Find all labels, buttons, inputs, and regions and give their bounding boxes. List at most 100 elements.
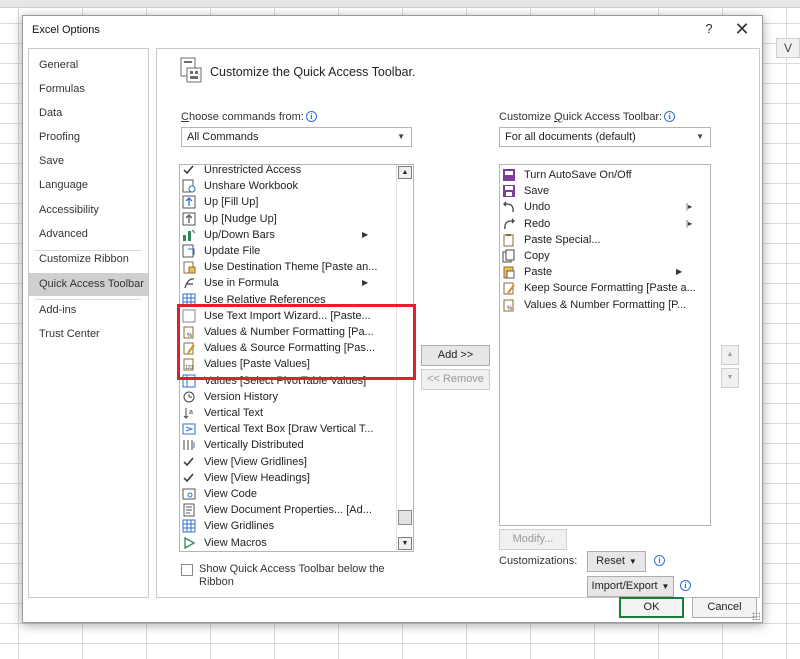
- move-down-button[interactable]: ▼: [721, 368, 739, 388]
- submenu-arrow-icon: ▶: [362, 229, 369, 239]
- command-label: Values [Paste Values]: [204, 358, 310, 371]
- command-label: Values & Number Formatting [Pa...: [204, 326, 374, 338]
- command-row[interactable]: View [View Headings]: [182, 470, 396, 486]
- macros-play-icon: [184, 536, 196, 549]
- nav-item-quick-access-toolbar[interactable]: Quick Access Toolbar: [29, 273, 148, 296]
- keep-source-formatting-icon: [503, 282, 515, 295]
- cancel-button-label: Cancel: [707, 601, 742, 613]
- ok-button[interactable]: OK: [619, 597, 684, 618]
- command-label: View Gridlines: [204, 520, 275, 533]
- command-row[interactable]: Use in Formula ▶: [182, 275, 396, 291]
- nav-item-advanced[interactable]: Advanced: [29, 223, 148, 246]
- nav-item-language[interactable]: Language: [29, 174, 148, 197]
- check-icon: [183, 473, 194, 482]
- nav-item-general[interactable]: General: [29, 54, 148, 77]
- command-row[interactable]: a Vertical Text: [182, 405, 396, 421]
- nav-item-trust-center[interactable]: Trust Center: [29, 323, 148, 346]
- modify-button[interactable]: Modify...: [499, 529, 567, 550]
- command-row[interactable]: Values & Source Formatting [Pas...: [182, 340, 396, 356]
- scroll-up-button[interactable]: ▲: [398, 166, 412, 179]
- command-row[interactable]: View Code: [182, 486, 396, 502]
- toolbar-item-row[interactable]: Paste Special...: [502, 232, 710, 248]
- pivottable-values-icon: [182, 374, 196, 388]
- commands-list[interactable]: Unrestricted Access Unshare Workbook Up [F…: [179, 164, 414, 552]
- nav-item-customize-ribbon[interactable]: Customize Ribbon: [29, 248, 148, 271]
- copy-icon: [502, 249, 515, 263]
- command-row[interactable]: Version History: [182, 389, 396, 405]
- import-export-button[interactable]: Import/Export ▼: [587, 576, 674, 597]
- toolbar-item-row[interactable]: Redo |▸: [502, 216, 710, 232]
- command-label: Update File: [204, 245, 261, 257]
- command-row[interactable]: View Document Properties... [Ad...: [182, 502, 396, 518]
- scroll-down-button[interactable]: ▼: [398, 537, 412, 550]
- toolbar-item-row[interactable]: Copy: [502, 248, 710, 264]
- toolbar-item-row[interactable]: Keep Source Formatting [Paste a...: [502, 280, 710, 296]
- nav-item-proofing[interactable]: Proofing: [29, 126, 148, 149]
- nav-item-data[interactable]: Data: [29, 102, 148, 125]
- nav-item-add-ins[interactable]: Add-ins: [29, 299, 148, 322]
- options-navigation: General Formulas Data Proofing Save Lang…: [28, 48, 149, 598]
- command-row[interactable]: Up [Nudge Up]: [182, 211, 396, 227]
- command-row[interactable]: % Values & Number Formatting [Pa...: [182, 324, 396, 340]
- nav-item-accessibility[interactable]: Accessibility: [29, 199, 148, 222]
- toolbar-item-row[interactable]: Turn AutoSave On/Off: [502, 167, 710, 183]
- command-row[interactable]: Vertical Text Box [Draw Vertical T...: [182, 421, 396, 437]
- resize-grip[interactable]: [752, 612, 760, 620]
- command-row[interactable]: Use Destination Theme [Paste an...: [182, 259, 396, 275]
- remove-button[interactable]: << Remove: [421, 369, 490, 390]
- command-row[interactable]: Use Text Import Wizard... [Paste...: [182, 308, 396, 324]
- command-label: View [View Gridlines]: [204, 455, 307, 468]
- show-below-ribbon-label-line2: Ribbon: [199, 576, 234, 588]
- command-row[interactable]: View [View Gridlines]: [182, 454, 396, 470]
- show-below-ribbon-checkbox[interactable]: [181, 564, 193, 576]
- quick-access-toolbar-panel: Customize the Quick Access Toolbar. Choo…: [156, 48, 760, 598]
- command-row[interactable]: View Macros: [182, 535, 396, 551]
- help-button[interactable]: ?: [699, 21, 719, 39]
- svg-text:%: %: [187, 333, 193, 339]
- info-icon[interactable]: i: [654, 555, 665, 566]
- command-row[interactable]: Values [Select PivotTable Values]: [182, 373, 396, 389]
- vertically-distributed-icon: [183, 440, 195, 451]
- move-up-button[interactable]: ▲: [721, 345, 739, 365]
- command-label: Version History: [204, 390, 278, 403]
- choose-commands-label: Choose commands from: i: [181, 111, 317, 123]
- toolbar-item-row[interactable]: % Values & Number Formatting [P...: [502, 297, 710, 313]
- close-button[interactable]: ✕: [731, 19, 753, 39]
- command-row[interactable]: Update File: [182, 243, 396, 259]
- toolbar-item-row[interactable]: Undo |▸: [502, 199, 710, 215]
- reset-button[interactable]: Reset ▼: [587, 551, 646, 572]
- unshare-workbook-icon: [182, 179, 196, 193]
- document-properties-icon: [183, 503, 195, 517]
- excel-options-dialog: Excel Options ? ✕ General Formulas Data …: [22, 15, 763, 623]
- commands-scrollbar[interactable]: ▲ ▼: [396, 165, 413, 551]
- add-button[interactable]: Add >>: [421, 345, 490, 366]
- command-row[interactable]: Vertically Distributed: [182, 437, 396, 453]
- toolbar-item-row[interactable]: Save: [502, 183, 710, 199]
- show-below-ribbon-label-line1: Show Quick Access Toolbar below the: [199, 563, 385, 575]
- cancel-button[interactable]: Cancel: [692, 597, 757, 618]
- nav-item-save[interactable]: Save: [29, 150, 148, 173]
- command-row[interactable]: Use Relative References: [182, 292, 396, 308]
- command-label: Unrestricted Access: [204, 164, 302, 176]
- customize-toolbar-dropdown[interactable]: For all documents (default) ▼: [499, 127, 711, 147]
- command-row[interactable]: Unrestricted Access: [182, 164, 396, 178]
- use-in-formula-icon: [184, 278, 195, 289]
- column-header-v[interactable]: V: [776, 38, 800, 58]
- command-row[interactable]: Up [Fill Up]: [182, 194, 396, 210]
- command-row[interactable]: Unshare Workbook: [182, 178, 396, 194]
- choose-commands-dropdown[interactable]: All Commands ▼: [181, 127, 412, 147]
- command-row[interactable]: View Gridlines: [182, 518, 396, 534]
- reset-button-label: Reset: [596, 555, 625, 567]
- scroll-thumb[interactable]: [398, 510, 412, 525]
- nudge-up-icon: [182, 212, 196, 226]
- toolbar-commands-list[interactable]: Turn AutoSave On/Off Save Undo |▸ Redo |▸ Past…: [499, 164, 711, 526]
- command-row[interactable]: 123 Values [Paste Values]: [182, 356, 396, 372]
- paste-values-number-formatting-icon: %: [183, 326, 194, 339]
- paste-special-icon: [503, 233, 514, 247]
- info-icon[interactable]: i: [664, 111, 676, 122]
- toolbar-item-row[interactable]: Paste ▶: [502, 264, 710, 280]
- nav-item-formulas[interactable]: Formulas: [29, 78, 148, 101]
- info-icon[interactable]: i: [680, 580, 691, 591]
- command-row[interactable]: Up/Down Bars ▶: [182, 227, 396, 243]
- info-icon[interactable]: i: [305, 111, 317, 122]
